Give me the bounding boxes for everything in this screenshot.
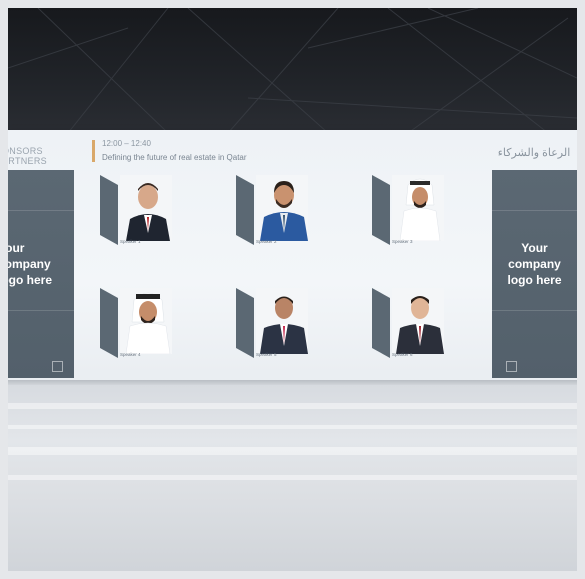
left-sponsors-header-line1: ONSORS <box>8 146 43 156</box>
left-sponsor-placeholder: Your company logo here <box>8 241 53 287</box>
speaker-photo <box>120 288 172 354</box>
speaker-card: Speaker 5 <box>236 288 346 388</box>
right-sponsor-placeholder: Your company logo here <box>507 241 562 287</box>
speaker-photo <box>120 175 172 241</box>
left-sponsors-header-line2: ARTNERS <box>8 156 47 166</box>
prism-shape <box>100 288 118 358</box>
speaker-photo <box>256 288 308 354</box>
prism-shape <box>100 175 118 245</box>
right-sponsor-panel: Your company logo here <box>492 170 577 378</box>
speaker-card: Speaker 2 <box>236 175 346 275</box>
speaker-card: Speaker 3 <box>372 175 482 275</box>
speaker-name: Speaker 6 <box>392 352 413 357</box>
speaker-photo <box>256 175 308 241</box>
speaker-card: Speaker 6 <box>372 288 482 388</box>
venue-ceiling <box>8 8 577 133</box>
session-accent-bar <box>92 140 95 162</box>
logo-mark-icon <box>52 361 63 372</box>
speaker-name: Speaker 1 <box>120 239 141 244</box>
ceiling-truss-lines <box>8 8 577 133</box>
speaker-photo <box>392 288 444 354</box>
speaker-card: Speaker 4 <box>100 288 210 388</box>
left-sponsors-header: ONSORS ARTNERS <box>8 146 78 166</box>
speaker-name: Speaker 5 <box>256 352 277 357</box>
prism-shape <box>372 175 390 245</box>
right-sponsors-header: الرعاة والشركاء <box>497 147 571 159</box>
event-stage-photo: ONSORS ARTNERS Your company logo here ال… <box>8 8 577 571</box>
logo-mark-icon <box>506 361 517 372</box>
left-sponsor-panel: Your company logo here <box>8 170 74 378</box>
speaker-name: Speaker 3 <box>392 239 413 244</box>
prism-shape <box>372 288 390 358</box>
session-time: 12:00 – 12:40 <box>102 139 151 148</box>
prism-shape <box>236 175 254 245</box>
stage-floor <box>8 385 577 571</box>
speaker-name: Speaker 2 <box>256 239 277 244</box>
speaker-photo <box>392 175 444 241</box>
speaker-card: Speaker 1 <box>100 175 210 275</box>
prism-shape <box>236 288 254 358</box>
session-title: Defining the future of real estate in Qa… <box>102 153 247 162</box>
speaker-name: Speaker 4 <box>120 352 141 357</box>
